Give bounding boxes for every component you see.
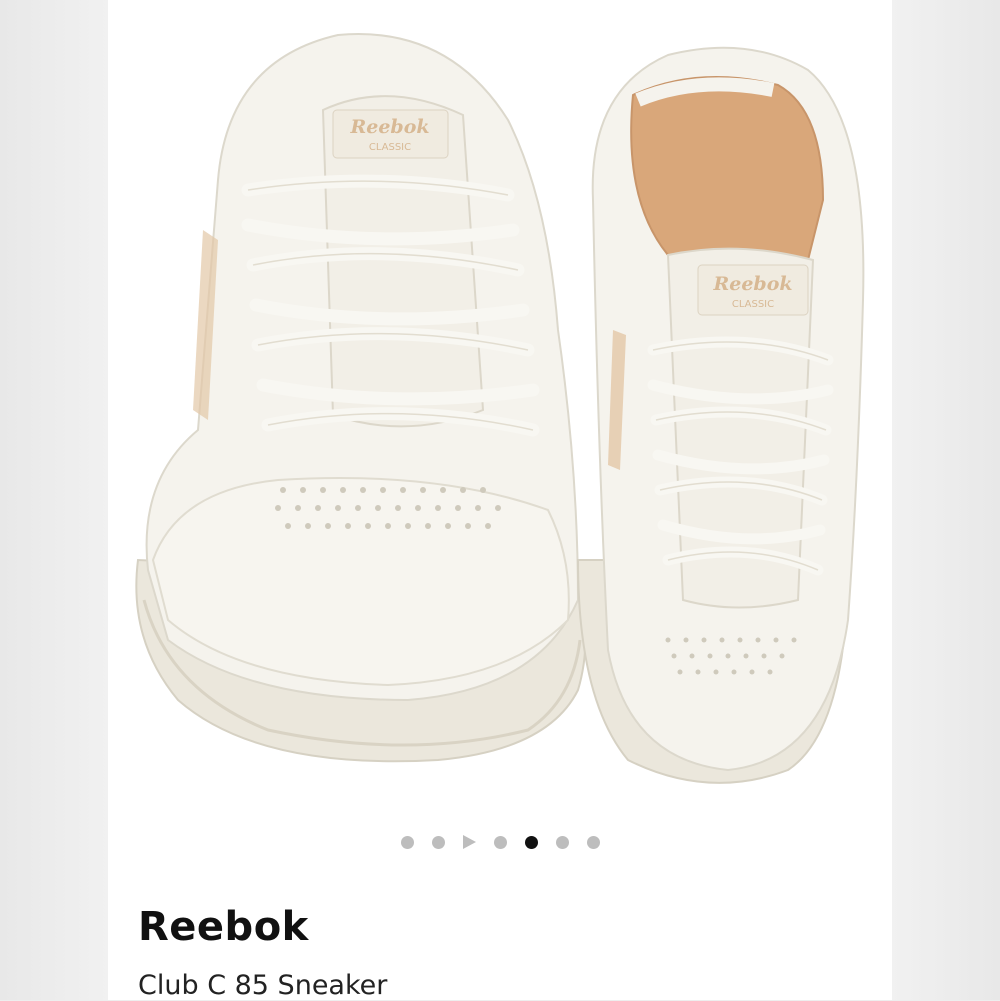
previous-image-peek (0, 0, 108, 1000)
right-tongue-subtext: CLASSIC (732, 299, 774, 310)
carousel-video-play-icon[interactable] (462, 835, 476, 849)
right-shoe: Reebok CLASSIC (576, 46, 865, 784)
sneaker-photo: Reebok CLASSIC Reebok CLASSIC (135, 33, 865, 784)
carousel-pagination (108, 832, 892, 852)
carousel-dot-6[interactable] (555, 835, 569, 849)
next-image-peek (892, 0, 1000, 1000)
product-name: Club C 85 Sneaker (138, 970, 388, 1001)
product-image[interactable]: Reebok CLASSIC Reebok CLASSIC (108, 0, 892, 810)
left-tongue-subtext: CLASSIC (369, 142, 411, 153)
product-page: Reebok CLASSIC Reebok CLASSIC Reebok Clu… (108, 0, 892, 1001)
right-tongue-logo: Reebok (712, 273, 792, 295)
carousel-dot-7[interactable] (586, 835, 600, 849)
left-shoe: Reebok CLASSIC (135, 33, 587, 763)
product-brand[interactable]: Reebok (138, 904, 309, 950)
carousel-dot-5-active[interactable] (524, 835, 538, 849)
carousel-dot-1[interactable] (400, 835, 414, 849)
carousel-dot-4[interactable] (493, 835, 507, 849)
left-tongue-logo: Reebok (349, 116, 429, 138)
carousel-dot-2[interactable] (431, 835, 445, 849)
